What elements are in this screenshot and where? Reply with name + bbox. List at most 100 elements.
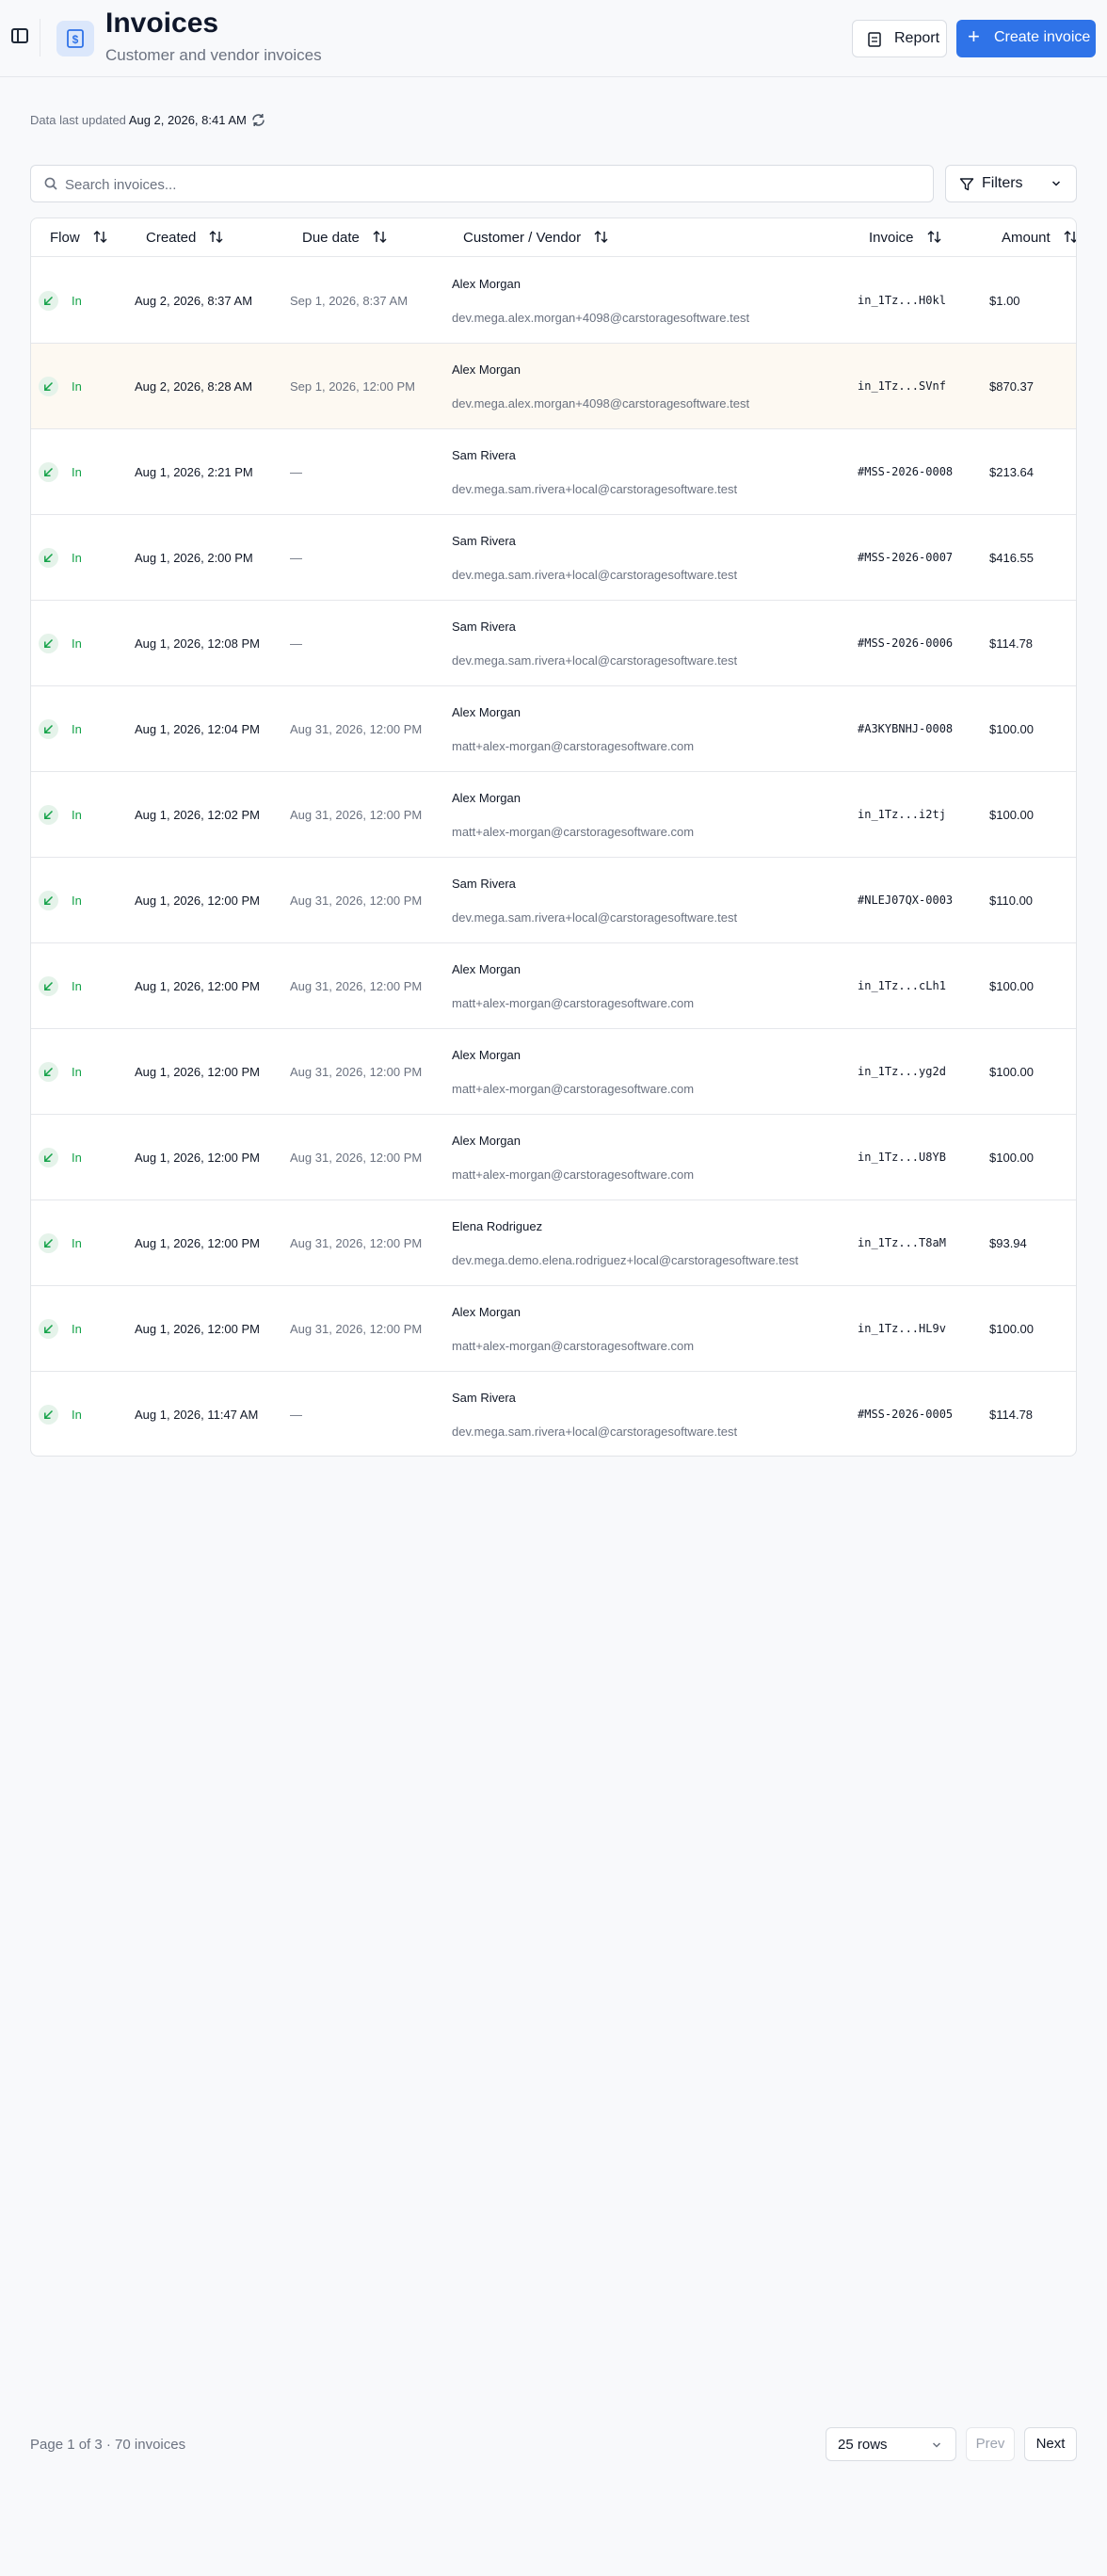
sort-icon[interactable] [373, 231, 387, 243]
table-row[interactable]: In Aug 1, 2026, 12:00 PM Aug 31, 2026, 12:… [31, 858, 1076, 943]
invoice-number[interactable]: in_1Tz...U8YB [858, 1151, 946, 1164]
invoice-icon: $ [56, 21, 94, 56]
column-header-label: Flow [50, 230, 80, 246]
table-row[interactable]: In Aug 1, 2026, 12:00 PM Aug 31, 2026, 12:… [31, 943, 1076, 1029]
flow-label: In [72, 722, 82, 736]
sort-icon[interactable] [927, 231, 941, 243]
customer-email: matt+alex-morgan@carstoragesoftware.com [452, 996, 695, 1010]
invoice-number[interactable]: #MSS-2026-0008 [858, 465, 953, 478]
invoice-number[interactable]: #MSS-2026-0007 [858, 551, 953, 564]
table-row[interactable]: In Aug 1, 2026, 12:00 PM Aug 31, 2026, 12:… [31, 1200, 1076, 1286]
customer-name: Alex Morgan [452, 277, 521, 291]
arrow-in-icon [39, 462, 58, 482]
customer-name: Alex Morgan [452, 1305, 521, 1319]
column-header-label: Created [146, 230, 197, 246]
invoice-number[interactable]: in_1Tz...yg2d [858, 1065, 946, 1078]
table-row[interactable]: In Aug 1, 2026, 12:00 PM Aug 31, 2026, 12:… [31, 1115, 1076, 1200]
page-header: $ Invoices Customer and vendor invoices … [0, 0, 1107, 77]
col-customer-vendor-header[interactable]: Customer / Vendor [463, 230, 608, 246]
arrow-in-icon [39, 1405, 58, 1425]
table-row[interactable]: In Aug 1, 2026, 12:04 PM Aug 31, 2026, 12:… [31, 686, 1076, 772]
invoice-number[interactable]: #A3KYBNHJ-0008 [858, 722, 953, 735]
invoice-number[interactable]: in_1Tz...cLh1 [858, 979, 946, 992]
customer-email: dev.mega.sam.rivera+local@carstoragesoft… [452, 910, 738, 925]
svg-text:$: $ [72, 33, 79, 46]
arrow-in-icon [39, 377, 58, 396]
table-row[interactable]: In Aug 2, 2026, 8:28 AM Sep 1, 2026, 12:00… [31, 344, 1076, 429]
invoice-amount: $93.94 [989, 1236, 1027, 1250]
flow-label: In [72, 1322, 82, 1336]
customer-name: Alex Morgan [452, 1134, 521, 1148]
report-icon [868, 32, 881, 47]
due-date: Sep 1, 2026, 8:37 AM [290, 294, 409, 308]
customer-name: Sam Rivera [452, 877, 516, 891]
refresh-icon[interactable] [250, 112, 266, 128]
invoice-number[interactable]: in_1Tz...SVnf [858, 379, 946, 393]
arrow-in-icon [39, 891, 58, 910]
col-amount-header[interactable]: Amount [1002, 230, 1077, 246]
invoice-number[interactable]: #MSS-2026-0005 [858, 1408, 953, 1421]
page-title: Invoices [105, 8, 219, 39]
created-date: Aug 2, 2026, 8:37 AM [135, 294, 253, 308]
invoice-number[interactable]: #NLEJ07QX-0003 [858, 894, 953, 907]
invoice-number[interactable]: #MSS-2026-0006 [858, 636, 953, 650]
filters-button[interactable]: Filters [945, 165, 1077, 202]
table-row[interactable]: In Aug 1, 2026, 2:00 PM — Sam Rivera dev.meg… [31, 515, 1076, 601]
customer-name: Alex Morgan [452, 1048, 521, 1062]
invoice-amount: $100.00 [989, 1065, 1034, 1079]
col-invoice-header[interactable]: Invoice [869, 230, 941, 246]
invoice-amount: $100.00 [989, 979, 1034, 993]
invoice-amount: $100.00 [989, 722, 1034, 736]
table-row[interactable]: In Aug 1, 2026, 12:00 PM Aug 31, 2026, 12:… [31, 1286, 1076, 1372]
plus-icon: + [968, 24, 980, 48]
table-row[interactable]: In Aug 1, 2026, 2:21 PM — Sam Rivera dev.meg… [31, 429, 1076, 515]
invoice-number[interactable]: in_1Tz...i2tj [858, 808, 946, 821]
due-date: Aug 31, 2026, 12:00 PM [290, 1236, 423, 1250]
flow-label: In [72, 1236, 82, 1250]
sidebar-toggle-icon[interactable] [11, 28, 28, 43]
last-updated-prefix: Data last updated [30, 113, 126, 127]
customer-email: dev.mega.sam.rivera+local@carstoragesoft… [452, 482, 738, 496]
customer-email: matt+alex-morgan@carstoragesoftware.com [452, 1339, 695, 1353]
rows-per-page-select[interactable]: 25 rows [826, 2427, 956, 2461]
customer-name: Alex Morgan [452, 791, 521, 805]
col-flow-header[interactable]: Flow [50, 230, 107, 246]
col-created-header[interactable]: Created [146, 230, 223, 246]
due-date: Sep 1, 2026, 12:00 PM [290, 379, 415, 394]
table-row[interactable]: In Aug 2, 2026, 8:37 AM Sep 1, 2026, 8:37 … [31, 258, 1076, 344]
customer-email: dev.mega.sam.rivera+local@carstoragesoft… [452, 1425, 738, 1439]
created-date: Aug 1, 2026, 12:04 PM [135, 722, 260, 736]
rows-per-page-value: 25 rows [838, 2437, 888, 2453]
table-row[interactable]: In Aug 1, 2026, 12:00 PM Aug 31, 2026, 12:… [31, 1029, 1076, 1115]
invoice-number[interactable]: in_1Tz...T8aM [858, 1236, 946, 1249]
col-due-date-header[interactable]: Due date [302, 230, 387, 246]
table-row[interactable]: In Aug 1, 2026, 12:08 PM — Sam Rivera dev.me… [31, 601, 1076, 686]
sort-icon[interactable] [1064, 231, 1077, 243]
sort-icon[interactable] [93, 231, 107, 243]
sort-icon[interactable] [209, 231, 223, 243]
invoice-number[interactable]: in_1Tz...H0kl [858, 294, 946, 307]
invoice-amount: $870.37 [989, 379, 1034, 394]
prev-page-button[interactable]: Prev [966, 2427, 1015, 2461]
chevron-down-icon [932, 2442, 941, 2448]
created-date: Aug 1, 2026, 12:02 PM [135, 808, 260, 822]
table-row[interactable]: In Aug 1, 2026, 11:47 AM — Sam Rivera dev.me… [31, 1372, 1076, 1456]
table-row[interactable]: In Aug 1, 2026, 12:02 PM Aug 31, 2026, 12:… [31, 772, 1076, 858]
next-page-button[interactable]: Next [1024, 2427, 1077, 2461]
customer-email: matt+alex-morgan@carstoragesoftware.com [452, 1167, 695, 1182]
due-date: Aug 31, 2026, 12:00 PM [290, 979, 423, 993]
arrow-in-icon [39, 291, 58, 311]
invoice-amount: $110.00 [989, 894, 1034, 908]
search-input[interactable] [65, 173, 912, 196]
customer-name: Sam Rivera [452, 620, 516, 634]
flow-label: In [72, 894, 82, 908]
invoice-amount: $114.78 [989, 1408, 1034, 1422]
arrow-in-icon [39, 548, 58, 568]
search-icon [44, 177, 57, 190]
create-invoice-button[interactable]: + Create invoice [956, 20, 1096, 57]
invoice-number[interactable]: in_1Tz...HL9v [858, 1322, 946, 1335]
created-date: Aug 1, 2026, 12:00 PM [135, 1065, 260, 1079]
report-button[interactable]: Report [852, 20, 947, 57]
sort-icon[interactable] [594, 231, 608, 243]
table-header: Flow Created Due date Customer / Vendor Invo… [31, 218, 1077, 257]
